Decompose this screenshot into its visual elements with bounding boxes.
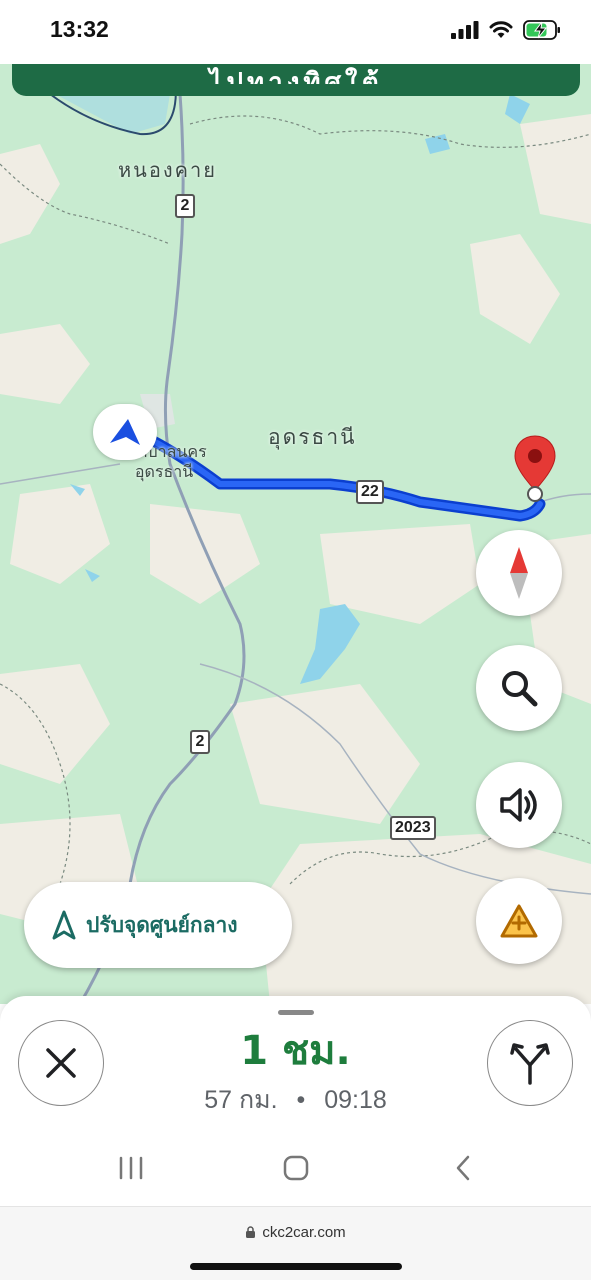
navigation-outline-icon — [52, 910, 76, 940]
trip-distance: 57 กม. — [204, 1086, 278, 1114]
recenter-label: ปรับจุดศูนย์กลาง — [86, 912, 238, 937]
navigation-instruction-text: ไปทางทิศใต้ — [209, 68, 383, 84]
compass-button[interactable] — [476, 530, 562, 616]
status-bar: 13:32 — [0, 0, 591, 64]
recenter-button[interactable]: ปรับจุดศูนย์กลาง — [24, 882, 292, 968]
cellular-signal-icon — [451, 21, 479, 39]
status-icons — [451, 20, 561, 40]
compass-icon — [510, 547, 528, 599]
map-view[interactable]: ไปทางทิศใต้ หนองคาย อุดรธานี เทศบาลนคร อ… — [0, 64, 591, 1004]
battery-charging-icon — [523, 20, 560, 40]
road-shield-2-south: 2 — [190, 730, 210, 754]
home-button[interactable] — [276, 1152, 316, 1184]
alternate-routes-button[interactable] — [487, 1020, 573, 1106]
navigation-arrow-icon — [110, 419, 140, 445]
recent-apps-button[interactable] — [111, 1152, 151, 1184]
map-label-udon-thani: อุดรธานี — [268, 425, 357, 449]
navigation-instruction-banner[interactable]: ไปทางทิศใต้ — [12, 64, 580, 96]
trip-separator: • — [296, 1086, 306, 1114]
android-navigation-bar — [0, 1130, 591, 1206]
recent-apps-icon — [119, 1156, 143, 1180]
map-pin-icon — [514, 435, 556, 502]
volume-icon — [500, 788, 537, 822]
destination-pin[interactable] — [513, 434, 557, 508]
home-indicator[interactable] — [190, 1263, 402, 1270]
search-icon — [502, 671, 538, 707]
road-shield-22: 22 — [356, 480, 384, 504]
arrival-time: 09:18 — [324, 1086, 387, 1114]
road-shield-2023: 2023 — [390, 816, 436, 840]
home-icon — [283, 1155, 309, 1181]
back-icon — [456, 1155, 470, 1181]
report-incident-icon — [500, 904, 538, 938]
lock-icon — [246, 1226, 256, 1238]
sound-button[interactable] — [476, 762, 562, 848]
status-time: 13:32 — [50, 16, 109, 42]
browser-url-bar[interactable]: ckc2car.com — [0, 1206, 591, 1280]
current-location-marker — [93, 404, 157, 460]
url-row[interactable]: ckc2car.com — [0, 1224, 591, 1241]
road-shield-2: 2 — [175, 194, 195, 218]
drag-handle[interactable] — [278, 1010, 314, 1015]
report-incident-button[interactable] — [476, 878, 562, 964]
url-text: ckc2car.com — [262, 1224, 346, 1241]
search-along-route-button[interactable] — [476, 645, 562, 731]
alternate-routes-icon — [510, 1043, 550, 1085]
map-label-city-line2: อุดรธานี — [134, 462, 194, 481]
wifi-icon — [489, 21, 513, 38]
map-label-nong-khai: หนองคาย — [118, 158, 217, 182]
back-button[interactable] — [443, 1152, 483, 1184]
